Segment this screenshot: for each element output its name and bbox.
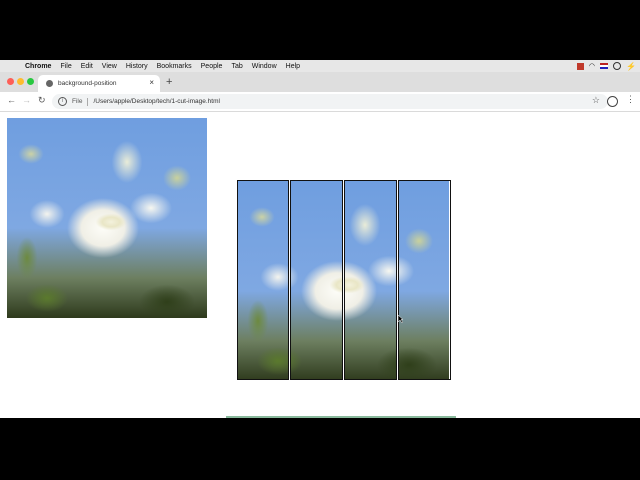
star-icon[interactable]: ☆ — [592, 95, 600, 106]
stop-icon[interactable] — [576, 62, 584, 70]
url-text[interactable]: /Users/apple/Desktop/tech/1-cut-image.ht… — [93, 98, 219, 105]
status-icons: ◠ ⚡ — [576, 60, 636, 72]
menu-help[interactable]: Help — [286, 63, 300, 70]
image-slice-4 — [398, 180, 451, 380]
menu-tab[interactable]: Tab — [231, 63, 242, 70]
plus-icon[interactable]: + — [166, 76, 172, 88]
menu-people[interactable]: People — [201, 63, 223, 70]
omnibox-divider — [87, 97, 89, 106]
bottom-status-line — [226, 416, 456, 418]
slice-4-image — [399, 181, 449, 379]
clock-icon[interactable] — [613, 62, 622, 70]
tab-strip: background-position × + — [0, 72, 640, 92]
browser-toolbar: ← → ↻ i File /Users/apple/Desktop/tech/1… — [0, 92, 640, 112]
arrow-left-icon[interactable]: ← — [7, 95, 16, 105]
image-slice-2 — [290, 180, 343, 380]
minimize-window-icon[interactable] — [17, 78, 24, 85]
bolt-icon[interactable]: ⚡ — [626, 62, 636, 71]
info-icon[interactable]: i — [58, 97, 67, 106]
flower-image — [7, 118, 207, 318]
screen: Chrome File Edit View History Bookmarks … — [0, 60, 640, 418]
profile-icon[interactable] — [607, 96, 618, 107]
tab-active[interactable]: background-position × — [38, 75, 160, 92]
menu-window[interactable]: Window — [252, 63, 277, 70]
flag-icon[interactable] — [600, 63, 609, 69]
slice-1-image — [238, 181, 288, 379]
image-slice-1 — [237, 180, 289, 380]
page-content — [0, 112, 640, 418]
reload-icon[interactable]: ↻ — [38, 95, 46, 106]
menu-file[interactable]: File — [60, 63, 71, 70]
mac-menubar: Chrome File Edit View History Bookmarks … — [0, 60, 640, 72]
scheme-label: File — [72, 98, 83, 105]
address-bar[interactable]: i File /Users/apple/Desktop/tech/1-cut-i… — [52, 94, 608, 109]
zoom-window-icon[interactable] — [27, 78, 34, 85]
close-window-icon[interactable] — [7, 78, 14, 85]
menu-view[interactable]: View — [102, 63, 117, 70]
menu-app-name[interactable]: Chrome — [25, 63, 51, 70]
slice-3-image — [345, 181, 396, 379]
menu-edit[interactable]: Edit — [81, 63, 93, 70]
arrow-right-icon: → — [22, 95, 31, 105]
wifi-icon[interactable]: ◠ — [589, 62, 595, 70]
slice-2-image — [291, 181, 342, 379]
globe-icon — [46, 80, 53, 87]
menu-bookmarks[interactable]: Bookmarks — [157, 63, 192, 70]
menu-history[interactable]: History — [126, 63, 148, 70]
tab-close-icon[interactable]: × — [149, 78, 154, 87]
tab-title: background-position — [58, 80, 117, 87]
image-slice-3 — [344, 180, 397, 380]
kebab-menu-icon[interactable]: ⋮ — [626, 94, 635, 105]
mouse-cursor-icon — [398, 315, 403, 323]
